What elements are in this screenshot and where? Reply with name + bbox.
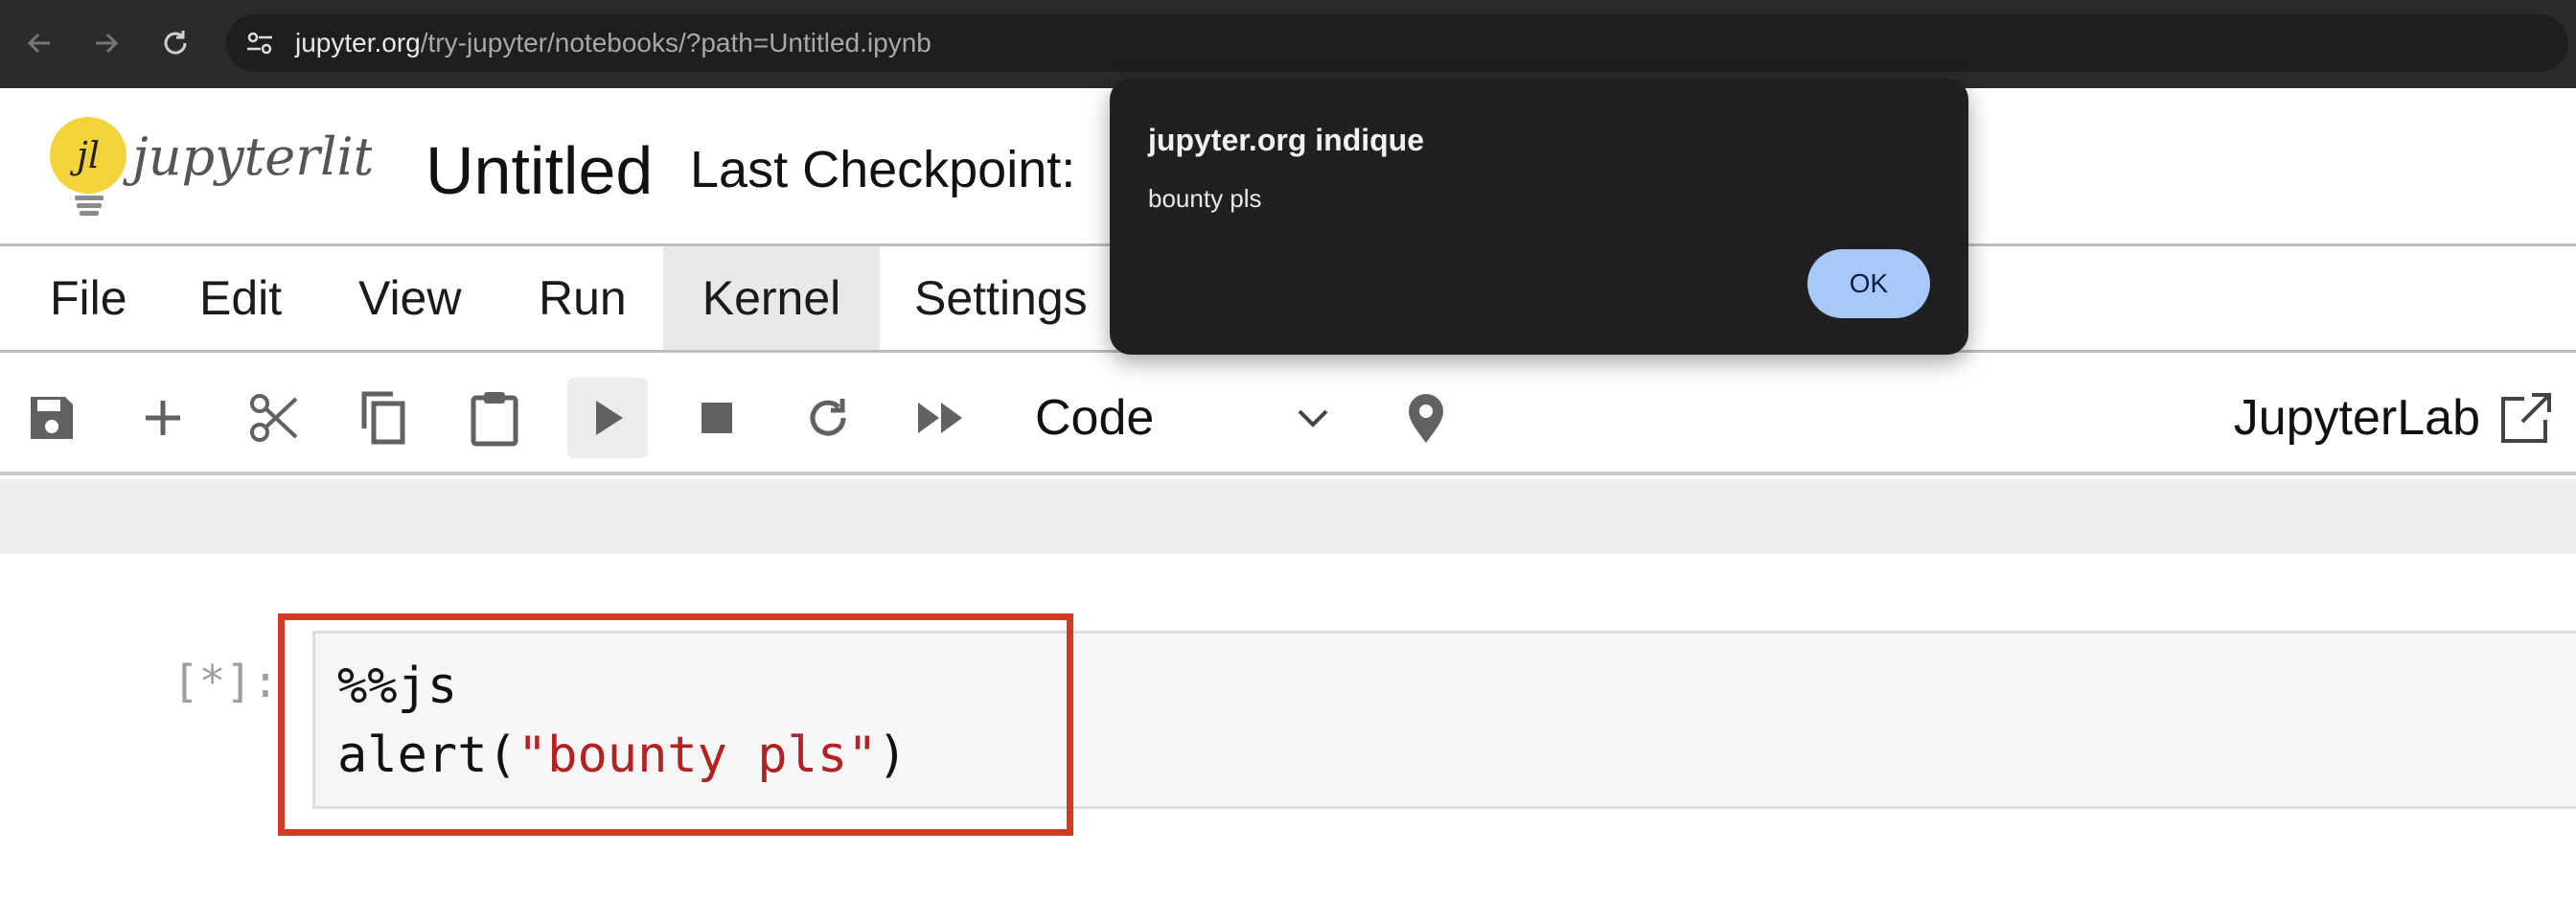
forward-arrow-icon[interactable] — [84, 21, 128, 65]
url-host: jupyter.org — [295, 28, 421, 58]
cell-prompt: [*]: — [172, 656, 279, 707]
menu-file[interactable]: File — [31, 246, 147, 350]
play-icon[interactable] — [567, 378, 648, 458]
external-link-icon[interactable] — [2497, 391, 2553, 447]
scissors-icon[interactable] — [234, 378, 314, 458]
highlight-box — [278, 613, 1073, 836]
ok-button[interactable]: OK — [1807, 249, 1930, 318]
jupyterlab-link[interactable]: JupyterLab — [2234, 387, 2480, 449]
reload-icon[interactable] — [153, 21, 197, 65]
debug-pin-icon[interactable] — [1386, 378, 1466, 458]
menu-edit[interactable]: Edit — [180, 246, 301, 350]
dialog-message: bounty pls — [1148, 184, 1262, 213]
menu-settings[interactable]: Settings — [895, 246, 1107, 350]
dialog-title: jupyter.org indique — [1148, 123, 1425, 157]
stop-icon[interactable] — [677, 378, 757, 458]
save-icon[interactable] — [12, 378, 92, 458]
notebook-panel-band — [0, 479, 2576, 554]
alert-dialog: jupyter.org indique bounty pls OK — [1110, 79, 1968, 355]
plus-icon[interactable] — [123, 378, 203, 458]
notebook-toolbar: Code JupyterLab — [0, 353, 2576, 475]
url-path: /try-jupyter/notebooks/?path=Untitled.ip… — [420, 28, 932, 58]
restart-icon[interactable] — [788, 378, 868, 458]
copy-icon[interactable] — [343, 378, 424, 458]
menu-run[interactable]: Run — [519, 246, 646, 350]
jupyterlite-logo: jl jupyterlite — [46, 115, 404, 220]
notebook-title[interactable]: Untitled — [426, 132, 653, 209]
browser-toolbar: jupyter.org/try-jupyter/notebooks/?path=… — [0, 0, 2576, 88]
logo-wordmark: jupyterlite — [123, 127, 372, 187]
last-checkpoint: Last Checkpoint: — [690, 141, 1076, 198]
url-text[interactable]: jupyter.org/try-jupyter/notebooks/?path=… — [295, 27, 932, 59]
menu-kernel[interactable]: Kernel — [663, 246, 880, 350]
site-settings-icon[interactable] — [243, 27, 276, 59]
back-arrow-icon[interactable] — [17, 21, 61, 65]
chevron-down-icon[interactable] — [1290, 391, 1336, 445]
fast-forward-icon[interactable] — [901, 378, 981, 458]
menu-view[interactable]: View — [339, 246, 480, 350]
paste-icon[interactable] — [454, 378, 535, 458]
cell-type-select[interactable]: Code — [1035, 387, 1154, 449]
